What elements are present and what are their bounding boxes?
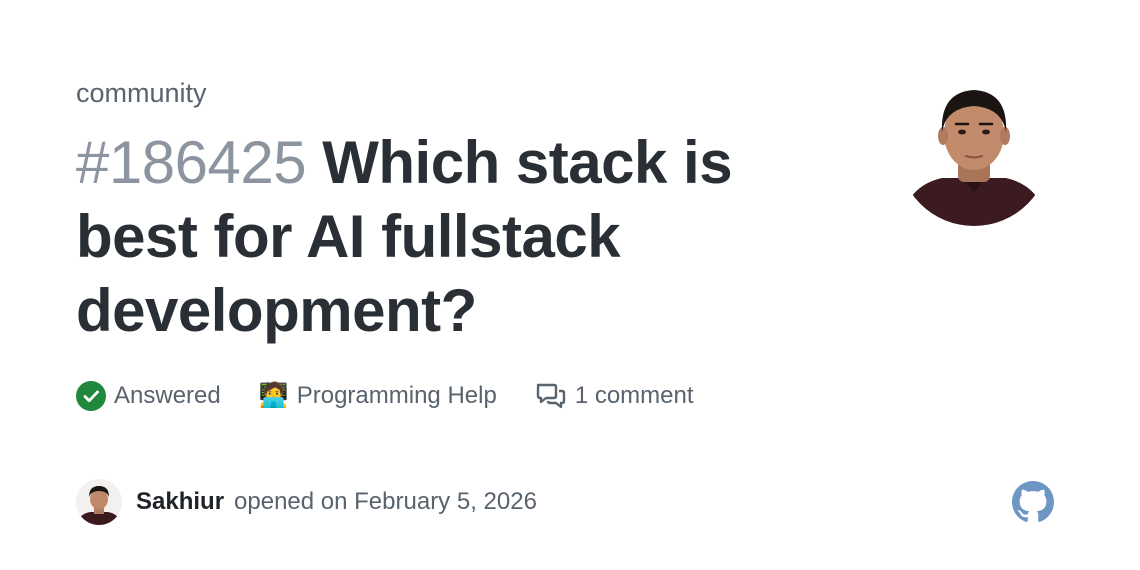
author-avatar[interactable] — [76, 479, 122, 525]
check-circle-icon — [76, 381, 106, 411]
answered-status: Answered — [76, 381, 221, 411]
comment-discussion-icon — [535, 381, 567, 411]
author-row: Sakhiur opened on February 5, 2026 — [76, 478, 537, 526]
comment-count[interactable]: 1 comment — [535, 381, 694, 411]
opened-date: opened on February 5, 2026 — [234, 488, 537, 515]
repo-name[interactable]: community — [76, 76, 207, 110]
status-label: Answered — [114, 382, 221, 409]
comment-count-label: 1 comment — [574, 382, 694, 409]
category-label: Programming Help — [296, 382, 497, 409]
category[interactable]: 🧑‍💻 Programming Help — [259, 381, 497, 411]
issue-number: #186425 — [76, 129, 307, 196]
github-logo-icon[interactable] — [1012, 481, 1054, 523]
technologist-icon: 🧑‍💻 — [258, 382, 289, 409]
author-avatar-large — [898, 74, 1050, 226]
author-name[interactable]: Sakhiur — [136, 488, 224, 516]
issue-title: #186425 Which stack is best for AI fulls… — [76, 126, 856, 348]
issue-meta: Answered 🧑‍💻 Programming Help 1 comment — [76, 378, 732, 414]
